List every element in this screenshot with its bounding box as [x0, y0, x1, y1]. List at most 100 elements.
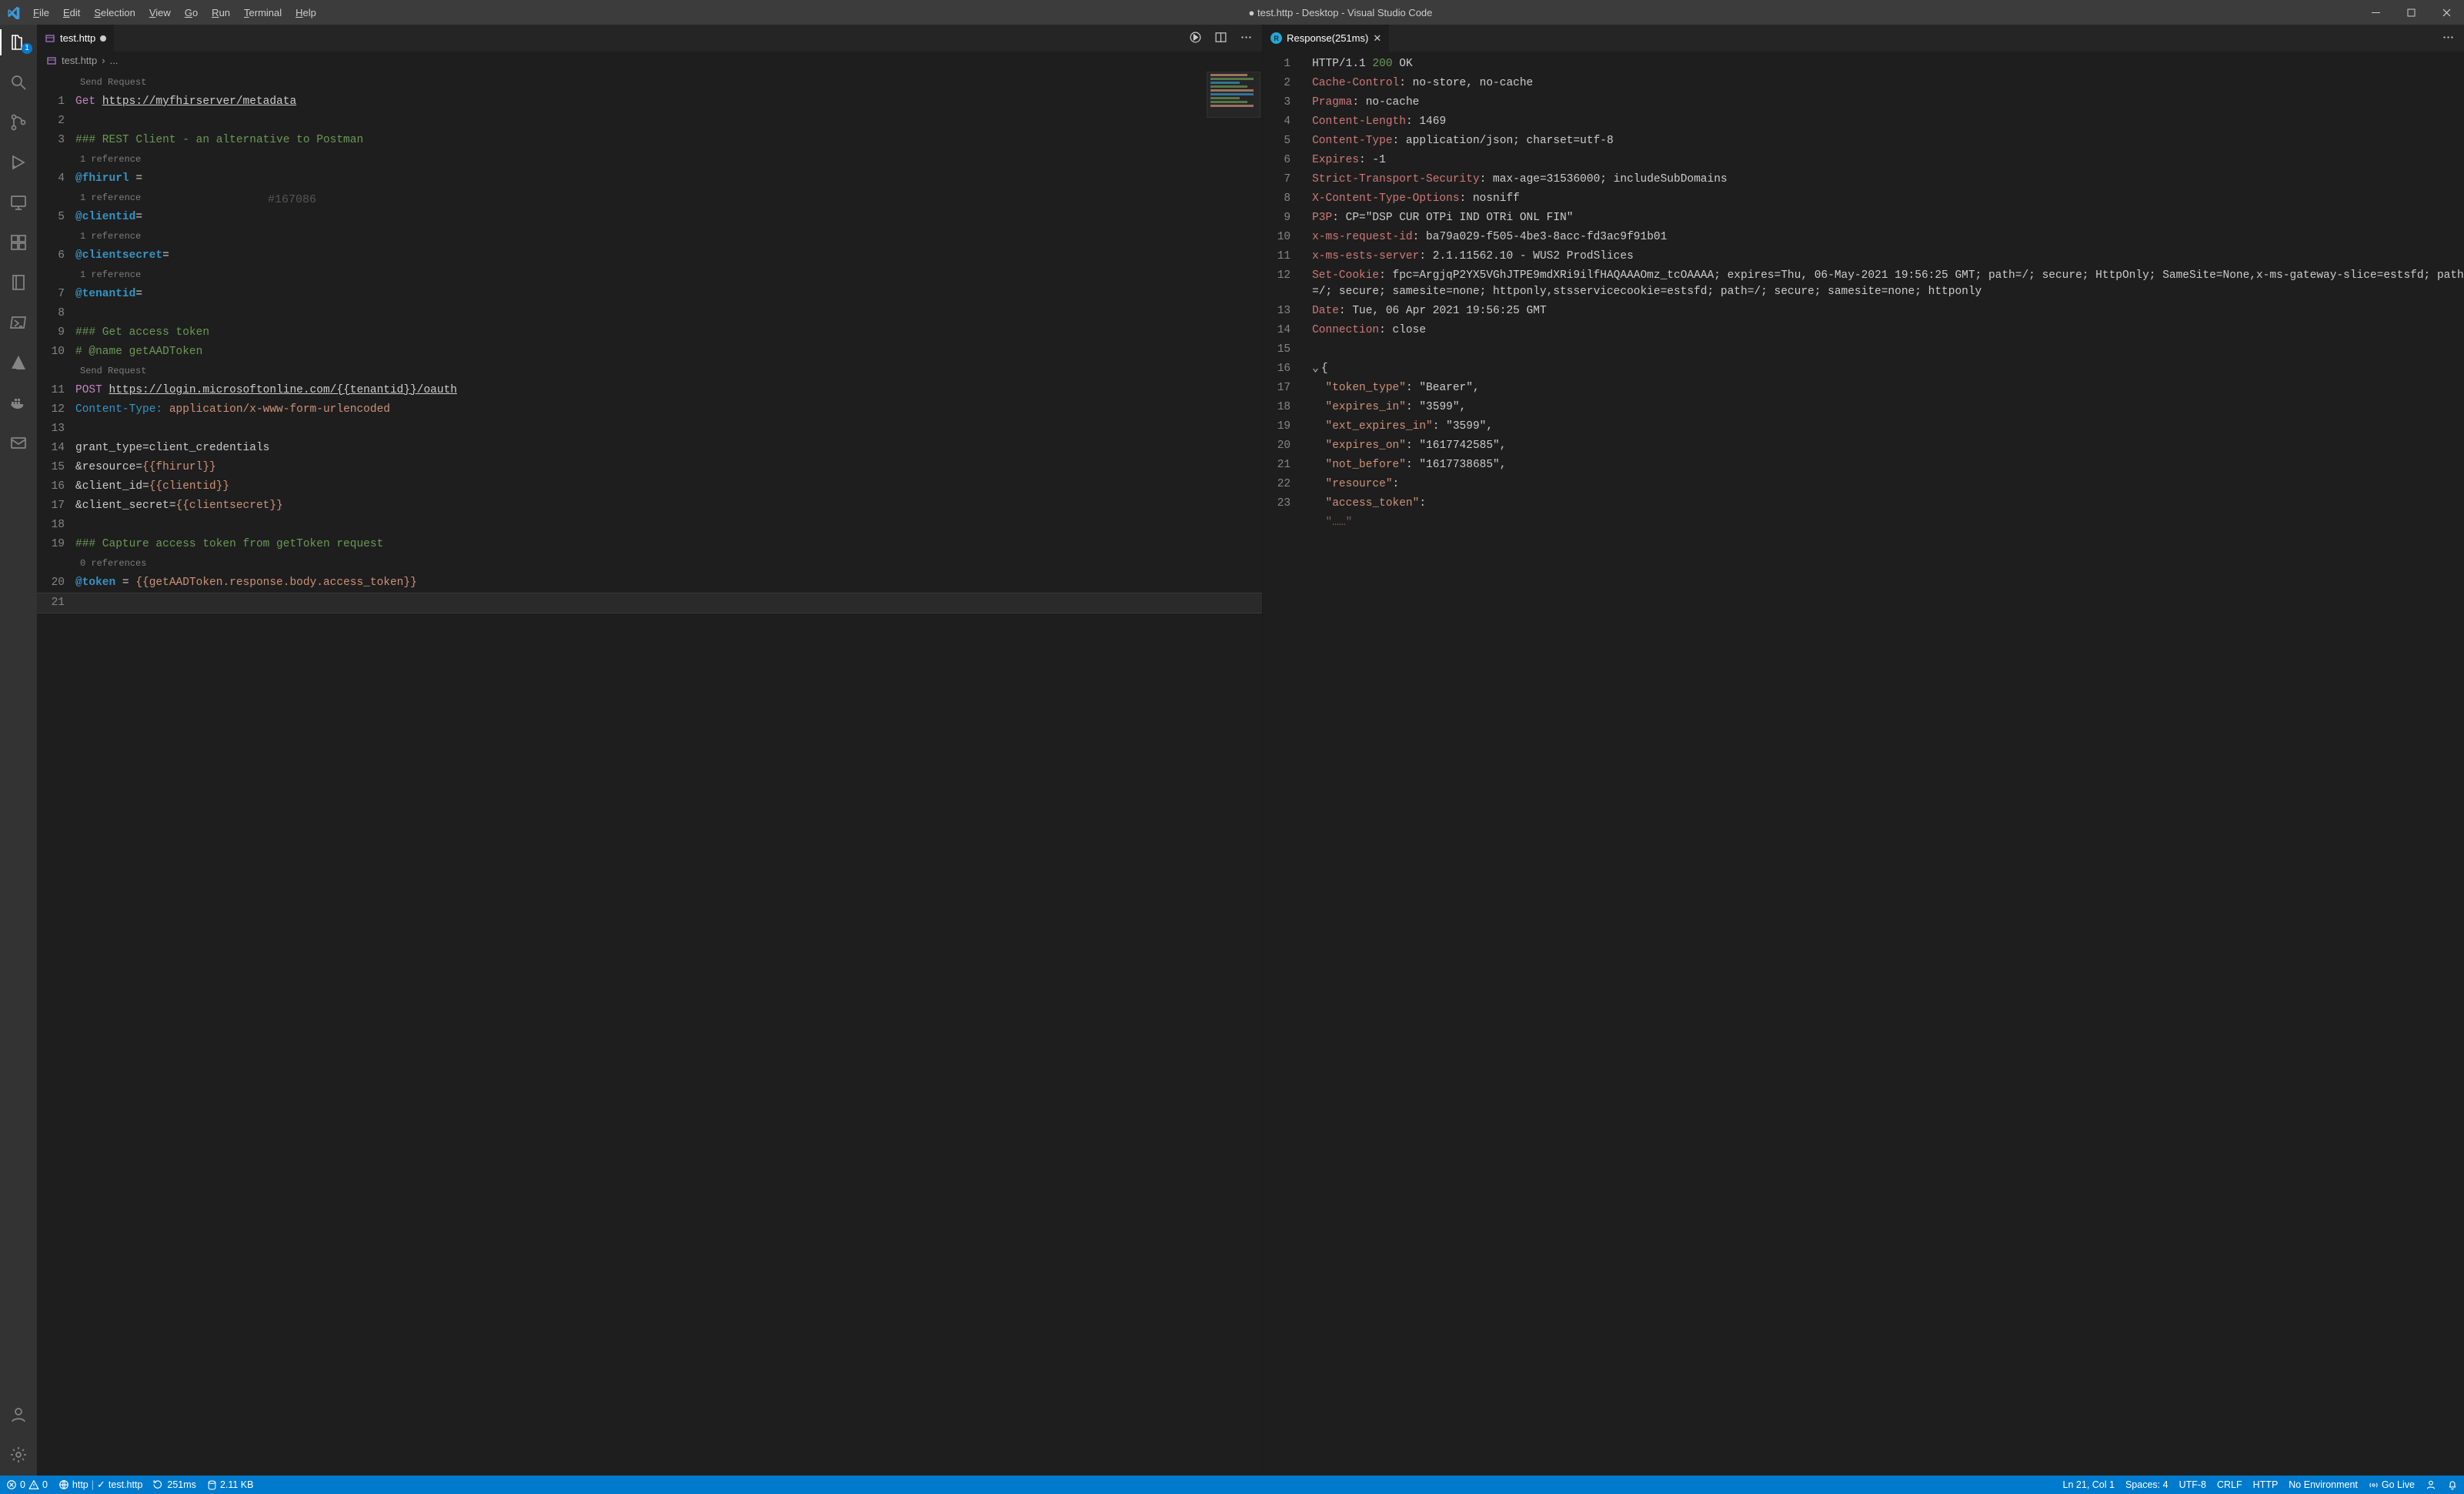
- activity-azure[interactable]: [0, 349, 37, 376]
- response-line: 6Expires: -1: [1263, 151, 2464, 170]
- tab-test-http[interactable]: test.http: [37, 25, 115, 52]
- explorer-badge: 1: [22, 43, 32, 54]
- more-actions-icon[interactable]: [1240, 31, 1253, 46]
- activity-powershell[interactable]: [0, 309, 37, 336]
- response-line: 1HTTP/1.1 200 OK: [1263, 55, 2464, 74]
- status-encoding[interactable]: UTF-8: [2179, 1479, 2206, 1490]
- status-response-size[interactable]: 2.11 KB: [207, 1479, 254, 1490]
- activity-search[interactable]: [0, 69, 37, 95]
- http-file-icon: [46, 55, 57, 66]
- menu-terminal[interactable]: Terminal: [237, 0, 289, 25]
- editor-actions-left: [1180, 25, 1262, 52]
- status-rest-client[interactable]: http | ✓ test.http: [58, 1479, 143, 1491]
- editor-actions-right: [2432, 25, 2464, 52]
- activity-explorer[interactable]: 1: [0, 29, 37, 55]
- more-actions-icon[interactable]: [2442, 31, 2455, 46]
- status-eol[interactable]: CRLF: [2217, 1479, 2242, 1490]
- codelens-reference[interactable]: 1 reference: [75, 152, 1262, 168]
- codelens-reference[interactable]: 1 reference: [75, 229, 1262, 245]
- response-line: 20 "expires_on": "1617742585",: [1263, 436, 2464, 456]
- codelens-reference[interactable]: 1 reference: [75, 267, 1262, 283]
- breadcrumb-left[interactable]: test.http › ...: [37, 52, 1262, 70]
- tabs-left: test.http: [37, 25, 1262, 52]
- activity-extensions[interactable]: [0, 229, 37, 256]
- response-line: 16⌄{: [1263, 359, 2464, 379]
- activity-scm[interactable]: [0, 109, 37, 135]
- menu-bar: File Edit Selection View Go Run Terminal…: [26, 0, 323, 25]
- codelens-send-request[interactable]: Send Request: [75, 363, 1262, 379]
- unsaved-dot-icon: [100, 35, 106, 42]
- status-indent[interactable]: Spaces: 4: [2125, 1479, 2169, 1490]
- status-problems[interactable]: 0 0: [6, 1479, 48, 1490]
- response-line: 7Strict-Transport-Security: max-age=3153…: [1263, 170, 2464, 189]
- run-request-icon[interactable]: [1189, 31, 1202, 46]
- breadcrumb-file: test.http: [62, 55, 97, 66]
- activity-docker[interactable]: [0, 389, 37, 416]
- minimize-button[interactable]: [2358, 0, 2393, 25]
- menu-help[interactable]: Help: [289, 0, 323, 25]
- response-line: 22 "resource":: [1263, 475, 2464, 494]
- status-bell-icon[interactable]: [2447, 1479, 2458, 1490]
- activity-mail[interactable]: [0, 429, 37, 456]
- response-line: 2Cache-Control: no-store, no-cache: [1263, 74, 2464, 93]
- window-controls: [2358, 0, 2464, 25]
- status-go-live[interactable]: Go Live: [2369, 1479, 2415, 1490]
- status-environment[interactable]: No Environment: [2289, 1479, 2358, 1490]
- split-editor-icon[interactable]: [1214, 31, 1227, 46]
- tab-title: test.http: [60, 32, 95, 44]
- response-line: 19 "ext_expires_in": "3599",: [1263, 417, 2464, 436]
- response-line: 11x-ms-ests-server: 2.1.11562.10 - WUS2 …: [1263, 247, 2464, 266]
- tab-title: Response(251ms): [1287, 32, 1368, 44]
- activity-account[interactable]: [0, 1402, 37, 1428]
- response-line: 12Set-Cookie: fpc=ArgjqP2YX5VGhJTPE9mdXR…: [1263, 266, 2464, 302]
- editor-group-right: R Response(251ms) ✕ 1HTTP/1.1 200 OK2Cac…: [1263, 25, 2464, 1476]
- codelens-references[interactable]: 0 references: [75, 556, 1262, 572]
- response-viewer[interactable]: 1HTTP/1.1 200 OK2Cache-Control: no-store…: [1263, 52, 2464, 1476]
- response-line: 5Content-Type: application/json; charset…: [1263, 132, 2464, 151]
- response-line: 4Content-Length: 1469: [1263, 112, 2464, 132]
- http-file-icon: [45, 33, 55, 44]
- response-line: 13Date: Tue, 06 Apr 2021 19:56:25 GMT: [1263, 302, 2464, 321]
- close-tab-icon[interactable]: ✕: [1373, 32, 1381, 45]
- menu-edit[interactable]: Edit: [56, 0, 87, 25]
- response-line: 3Pragma: no-cache: [1263, 93, 2464, 112]
- response-line: "……": [1263, 513, 2464, 533]
- title-bar: File Edit Selection View Go Run Terminal…: [0, 0, 2464, 25]
- activity-bar: 1: [0, 25, 37, 1476]
- tabs-right: R Response(251ms) ✕: [1263, 25, 2464, 52]
- response-line: 17 "token_type": "Bearer",: [1263, 379, 2464, 398]
- menu-file[interactable]: File: [26, 0, 56, 25]
- status-bar: 0 0 http | ✓ test.http 251ms 2.11 KB Ln …: [0, 1476, 2464, 1494]
- response-line: 23 "access_token":: [1263, 494, 2464, 513]
- editor-group-left: test.http test.http › ... #16: [37, 25, 1263, 1476]
- menu-run[interactable]: Run: [205, 0, 237, 25]
- menu-view[interactable]: View: [142, 0, 178, 25]
- response-line: 8X-Content-Type-Options: nosniff: [1263, 189, 2464, 209]
- menu-selection[interactable]: Selection: [87, 0, 142, 25]
- activity-settings[interactable]: [0, 1442, 37, 1468]
- response-line: 15: [1263, 340, 2464, 359]
- response-line: 21 "not_before": "1617738685",: [1263, 456, 2464, 475]
- close-button[interactable]: [2429, 0, 2464, 25]
- activity-remote[interactable]: [0, 189, 37, 216]
- status-feedback-icon[interactable]: [2426, 1479, 2436, 1490]
- codelens-reference[interactable]: 1 reference: [75, 190, 1262, 206]
- activity-book[interactable]: [0, 269, 37, 296]
- maximize-button[interactable]: [2393, 0, 2429, 25]
- rest-response-icon: R: [1270, 32, 1282, 44]
- codelens-send-request[interactable]: Send Request: [75, 75, 1262, 91]
- response-line: 10x-ms-request-id: ba79a029-f505-4be3-8a…: [1263, 228, 2464, 247]
- vscode-logo-icon: [0, 6, 26, 19]
- status-cursor[interactable]: Ln 21, Col 1: [2063, 1479, 2115, 1490]
- status-request-time[interactable]: 251ms: [153, 1479, 196, 1490]
- code-editor-left[interactable]: #167086 Send Request 1Get https://myfhir…: [37, 70, 1262, 1476]
- menu-go[interactable]: Go: [178, 0, 205, 25]
- response-line: 14Connection: close: [1263, 321, 2464, 340]
- activity-run[interactable]: [0, 149, 37, 175]
- tab-response[interactable]: R Response(251ms) ✕: [1263, 25, 1390, 52]
- breadcrumb-more: ...: [110, 55, 119, 66]
- window-title: ● test.http - Desktop - Visual Studio Co…: [323, 7, 2358, 18]
- breadcrumb-sep: ›: [102, 55, 105, 66]
- status-language[interactable]: HTTP: [2253, 1479, 2279, 1490]
- response-line: 18 "expires_in": "3599",: [1263, 398, 2464, 417]
